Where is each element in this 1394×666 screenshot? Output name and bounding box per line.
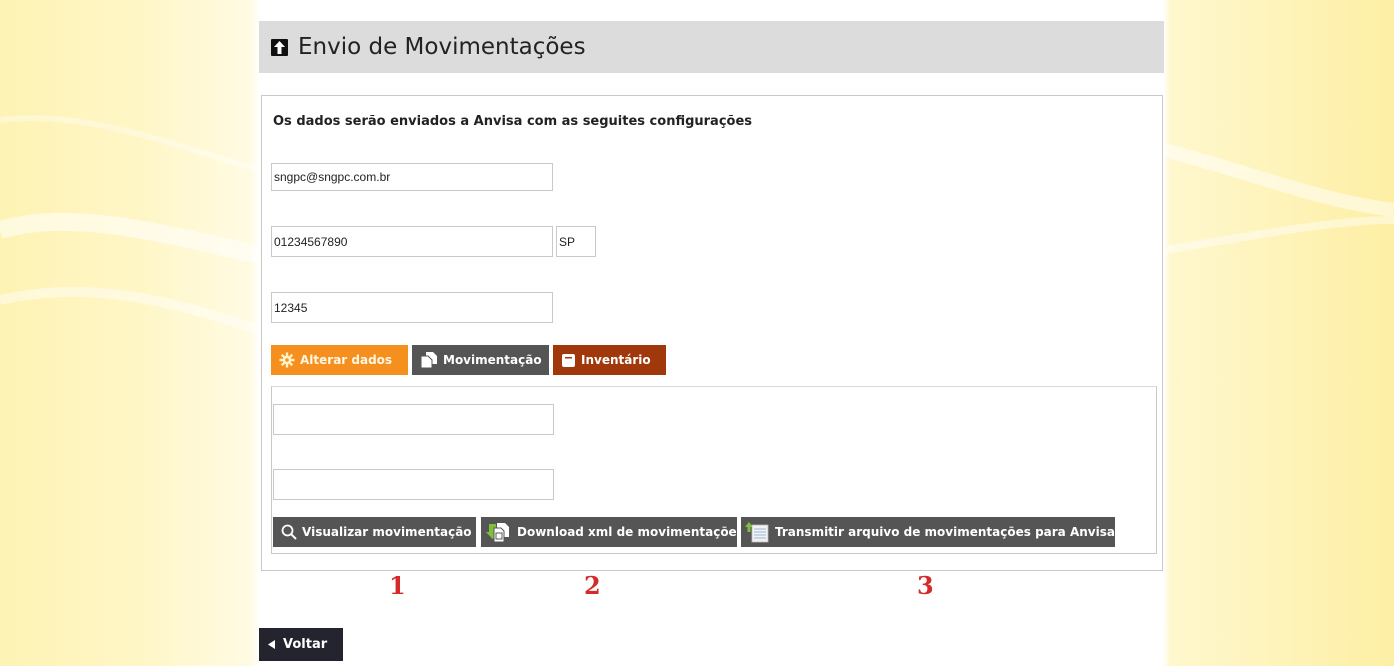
voltar-label: Voltar — [283, 637, 328, 652]
movimentacao-label: Movimentação — [443, 353, 542, 367]
period-end-field[interactable] — [273, 469, 554, 500]
page-header: Envio de Movimentações — [259, 21, 1164, 73]
voltar-button[interactable]: Voltar — [259, 628, 343, 661]
settings-box: Os dados serão enviados a Anvisa com as … — [261, 95, 1163, 571]
gear-icon — [279, 352, 295, 368]
period-start-field[interactable] — [273, 404, 554, 435]
download-xml-button[interactable]: Download xml de movimentações — [481, 517, 744, 547]
page-title: Envio de Movimentações — [298, 34, 586, 60]
annotation-number-1: 1 — [389, 571, 406, 600]
visualizar-movimentacao-button[interactable]: Visualizar movimentação — [273, 517, 476, 547]
background-swirl-right — [1164, 143, 1394, 254]
upload-arrow-icon — [271, 38, 288, 56]
alterar-dados-label: Alterar dados — [300, 353, 393, 367]
search-icon — [281, 524, 297, 540]
download-label: Download xml de movimentações — [517, 525, 744, 539]
transmitir-arquivo-button[interactable]: Transmitir arquivo de movimentações para… — [741, 517, 1115, 547]
uf-field[interactable] — [556, 226, 596, 257]
inventario-button[interactable]: Inventário — [553, 345, 666, 375]
code-field[interactable] — [271, 292, 553, 323]
inventory-icon — [561, 353, 576, 368]
annotation-number-3: 3 — [917, 571, 934, 600]
triangle-left-icon — [268, 640, 275, 649]
background-swirl-left — [0, 115, 259, 335]
annotation-number-2: 2 — [584, 571, 601, 600]
documents-icon — [420, 351, 438, 369]
movement-box: Visualizar movimentação Download xml de … — [271, 386, 1157, 554]
inventario-label: Inventário — [581, 353, 651, 367]
transmitir-label: Transmitir arquivo de movimentações para… — [775, 525, 1115, 539]
movimentacao-button[interactable]: Movimentação — [412, 345, 549, 375]
visualizar-label: Visualizar movimentação — [302, 525, 472, 539]
cnpj-field[interactable] — [271, 226, 553, 257]
intro-text: Os dados serão enviados a Anvisa com as … — [273, 114, 753, 129]
main-panel: Envio de Movimentações Os dados serão en… — [259, 21, 1164, 626]
email-field[interactable] — [271, 163, 553, 191]
transmit-icon — [745, 521, 769, 543]
alterar-dados-button[interactable]: Alterar dados — [271, 345, 408, 375]
download-xml-icon — [485, 520, 513, 544]
